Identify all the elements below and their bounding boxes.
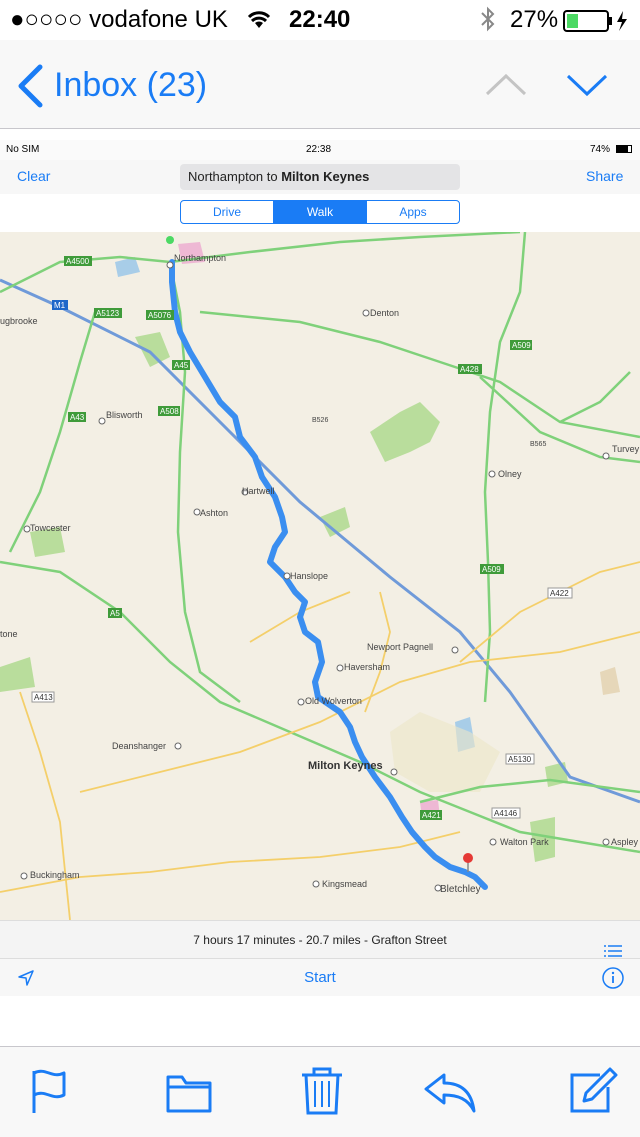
compose-icon[interactable] bbox=[566, 1065, 618, 1117]
label-denton: Denton bbox=[370, 308, 399, 318]
label-aspley: Aspley bbox=[611, 837, 639, 847]
embedded-carrier: No SIM bbox=[6, 144, 40, 155]
info-icon[interactable] bbox=[602, 967, 624, 994]
shield-a4146: A4146 bbox=[494, 809, 518, 818]
walking-route bbox=[169, 259, 488, 890]
shield-a421: A421 bbox=[422, 811, 441, 820]
shield-a5: A5 bbox=[110, 609, 120, 618]
label-ugbrooke: ugbrooke bbox=[0, 316, 38, 326]
trash-icon[interactable] bbox=[296, 1065, 348, 1117]
label-towcester: Towcester bbox=[30, 523, 71, 533]
label-b565: B565 bbox=[530, 441, 546, 448]
mail-toolbar bbox=[0, 1046, 640, 1137]
clock: 22:40 bbox=[289, 6, 351, 33]
label-b526: B526 bbox=[312, 417, 328, 424]
shield-a4500: A4500 bbox=[66, 257, 90, 266]
label-old-wolverton: Old Wolverton bbox=[305, 696, 362, 706]
label-newport-pagnell: Newport Pagnell bbox=[367, 642, 433, 652]
bluetooth-icon bbox=[480, 6, 496, 37]
segment-apps[interactable]: Apps bbox=[367, 201, 459, 223]
flag-icon[interactable] bbox=[26, 1065, 78, 1117]
label-milton-keynes: Milton Keynes bbox=[308, 760, 383, 772]
embedded-bottom-bar: Start bbox=[0, 958, 640, 996]
label-hanslope: Hanslope bbox=[290, 571, 328, 581]
shield-a413: A413 bbox=[34, 693, 53, 702]
segment-drive[interactable]: Drive bbox=[181, 201, 274, 223]
map-canvas: Northampton Denton Blisworth Hartwell As… bbox=[0, 232, 640, 920]
battery-icon bbox=[563, 9, 635, 38]
shield-a45: A45 bbox=[174, 361, 189, 370]
label-deanshanger: Deanshanger bbox=[112, 741, 166, 751]
folder-icon[interactable] bbox=[164, 1065, 216, 1117]
shield-a5076: A5076 bbox=[148, 311, 172, 320]
chevron-left-icon bbox=[16, 64, 44, 113]
shield-m1: M1 bbox=[54, 301, 66, 310]
embedded-battery: 74% bbox=[590, 144, 611, 155]
embedded-search-bar: Clear Northampton to Milton Keynes Share bbox=[0, 160, 640, 194]
next-message-button[interactable] bbox=[565, 72, 609, 103]
motorway-m1 bbox=[0, 278, 640, 804]
label-blisworth: Blisworth bbox=[106, 410, 143, 420]
shield-a43: A43 bbox=[70, 413, 85, 422]
reply-icon[interactable] bbox=[422, 1065, 476, 1117]
back-button[interactable]: Inbox (23) bbox=[0, 40, 220, 128]
shield-a5123: A5123 bbox=[96, 309, 120, 318]
label-ashton: Ashton bbox=[200, 508, 228, 518]
nav-bar: Inbox (23) bbox=[0, 40, 640, 129]
embedded-battery-icon bbox=[616, 145, 632, 153]
route-summary[interactable]: 7 hours 17 minutes - 20.7 miles - Grafto… bbox=[0, 920, 640, 959]
shield-a428: A428 bbox=[460, 365, 479, 374]
route-to: Milton Keynes bbox=[281, 169, 370, 184]
start-button[interactable]: Start bbox=[0, 969, 640, 986]
battery-percent: 27% bbox=[510, 6, 559, 33]
road-shields: A4500 A5123 A5076 A45 A43 A508 A428 A509… bbox=[31, 256, 573, 820]
route-summary-text: 7 hours 17 minutes - 20.7 miles - Grafto… bbox=[193, 933, 447, 947]
route-from: Northampton to bbox=[188, 169, 282, 184]
shield-a509-south: A509 bbox=[482, 565, 501, 574]
embedded-status-bar: No SIM 22:38 74% bbox=[0, 140, 640, 160]
label-tone: tone bbox=[0, 629, 18, 639]
share-button[interactable]: Share bbox=[586, 168, 623, 184]
carrier-label: ●○○○○ vodafone UK bbox=[10, 6, 228, 33]
embedded-time: 22:38 bbox=[306, 144, 332, 155]
segment-walk[interactable]: Walk bbox=[274, 201, 367, 223]
label-kingsmead: Kingsmead bbox=[322, 879, 367, 889]
label-hartwell: Hartwell bbox=[242, 486, 275, 496]
shield-a508: A508 bbox=[160, 407, 179, 416]
label-olney: Olney bbox=[498, 469, 522, 479]
label-northampton: Northampton bbox=[174, 253, 226, 263]
label-turvey: Turvey bbox=[612, 444, 640, 454]
route-search-field[interactable]: Northampton to Milton Keynes bbox=[180, 164, 460, 190]
clear-button[interactable]: Clear bbox=[17, 168, 50, 184]
status-bar: ●○○○○ vodafone UK 22:40 27% bbox=[0, 0, 640, 40]
route-start-marker bbox=[166, 236, 174, 244]
map-view[interactable]: Northampton Denton Blisworth Hartwell As… bbox=[0, 232, 640, 920]
shield-a509: A509 bbox=[512, 341, 531, 350]
previous-message-button[interactable] bbox=[484, 72, 528, 103]
label-haversham: Haversham bbox=[344, 662, 390, 672]
shield-a5130: A5130 bbox=[508, 755, 532, 764]
back-label: Inbox (23) bbox=[54, 66, 208, 104]
transport-segmented-control: Drive Walk Apps bbox=[180, 200, 460, 224]
email-attachment-image[interactable]: No SIM 22:38 74% Clear Northampton to Mi… bbox=[0, 140, 640, 996]
wifi-icon bbox=[246, 8, 272, 35]
label-buckingham: Buckingham bbox=[30, 870, 80, 880]
shield-a422: A422 bbox=[550, 589, 569, 598]
label-walton-park: Walton Park bbox=[500, 837, 549, 847]
label-bletchley: Bletchley bbox=[440, 884, 481, 895]
